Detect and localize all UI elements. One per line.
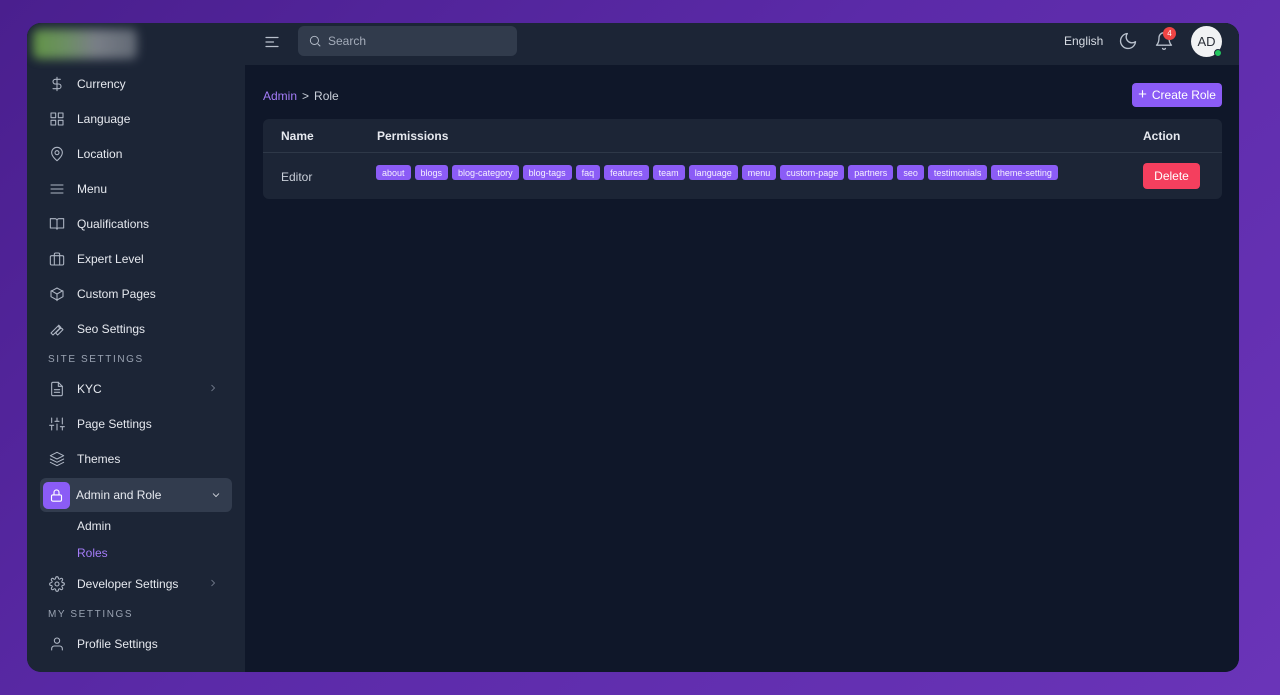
section-title-my-settings: MY SETTINGS <box>48 609 134 620</box>
sliders-icon <box>49 416 65 432</box>
chevron-right-icon <box>207 382 219 394</box>
online-status-dot <box>1214 49 1222 57</box>
permission-tag: seo <box>897 165 924 180</box>
user-icon <box>49 636 65 652</box>
language-selector[interactable]: English <box>1064 34 1103 48</box>
column-header-name: Name <box>281 129 314 143</box>
topbar: English 4 AD <box>245 23 1239 65</box>
sidebar-item-seo-settings[interactable]: Seo Settings <box>27 311 245 346</box>
sidebar-item-page-settings[interactable]: Page Settings <box>27 406 245 441</box>
permission-tag: language <box>688 165 738 180</box>
sidebar-item-kyc[interactable]: KYC <box>27 371 245 406</box>
create-role-button[interactable]: + Create Role <box>1132 83 1222 107</box>
breadcrumb-separator: > <box>302 89 310 103</box>
permission-tag: faq <box>575 165 601 180</box>
sidebar-item-label: Custom Pages <box>77 286 156 301</box>
search-box[interactable] <box>298 26 517 56</box>
avatar-initials: AD <box>1197 34 1216 49</box>
box-icon <box>49 286 65 302</box>
sidebar-item-themes[interactable]: Themes <box>27 441 245 476</box>
sidebar-item-label: Expert Level <box>77 251 144 266</box>
notification-badge: 4 <box>1163 27 1176 40</box>
sidebar-item-admin-and-role[interactable]: Admin and Role <box>40 478 232 512</box>
gear-icon <box>49 575 65 592</box>
sidebar-item-language[interactable]: Language <box>27 101 245 136</box>
breadcrumb: Admin > Role <box>263 89 339 103</box>
briefcase-icon <box>49 251 65 267</box>
file-icon <box>49 381 65 397</box>
create-role-label: Create Role <box>1151 88 1216 102</box>
sidebar-item-label: Admin and Role <box>76 488 162 502</box>
permission-tag: theme-setting <box>991 165 1058 180</box>
main-content: English 4 AD Admin > Role + Create Role … <box>245 23 1239 672</box>
breadcrumb-admin-link[interactable]: Admin <box>263 89 297 103</box>
permission-tag: blog-tags <box>522 165 572 180</box>
grid-icon <box>49 111 65 127</box>
search-icon <box>308 34 322 48</box>
search-input[interactable] <box>328 34 498 48</box>
book-icon <box>49 216 65 232</box>
column-header-action: Action <box>1143 129 1181 143</box>
sidebar-item-location[interactable]: Location <box>27 136 245 171</box>
sidebar-item-label: Themes <box>77 451 121 466</box>
hamburger-menu-icon[interactable] <box>263 33 281 51</box>
permission-tag: menu <box>741 165 777 180</box>
sidebar-item-label: Profile Settings <box>77 636 158 651</box>
delete-button[interactable]: Delete <box>1143 163 1200 189</box>
section-title-site-settings: SITE SETTINGS <box>48 354 144 365</box>
map-pin-icon <box>49 146 65 162</box>
avatar[interactable]: AD <box>1191 26 1222 57</box>
role-name: Editor <box>281 170 313 184</box>
sidebar-item-label: KYC <box>77 381 102 396</box>
sidebar-item-currency[interactable]: Currency <box>27 66 245 101</box>
permission-tag: partners <box>848 165 894 180</box>
permission-tag: blog-category <box>452 165 519 180</box>
sidebar-item-menu[interactable]: Menu <box>27 171 245 206</box>
sidebar-subitem-roles[interactable]: Roles <box>27 539 245 566</box>
layers-icon <box>49 451 65 467</box>
logo[interactable] <box>33 29 137 59</box>
plus-icon: + <box>1138 86 1147 103</box>
permission-tags: about blogs blog-category blog-tags faq … <box>376 165 1058 180</box>
sidebar: Currency Language Location Menu Qualific… <box>27 23 245 672</box>
sidebar-item-qualifications[interactable]: Qualifications <box>27 206 245 241</box>
breadcrumb-current: Role <box>314 89 339 103</box>
table-header: Name Permissions Action <box>263 119 1222 153</box>
menu-icon <box>49 181 65 197</box>
sidebar-item-label: Language <box>77 111 131 126</box>
sidebar-item-label: Location <box>77 146 123 161</box>
roles-table: Name Permissions Action Editor about blo… <box>263 119 1222 199</box>
permission-tag: about <box>376 165 411 180</box>
lock-icon <box>43 481 70 509</box>
sidebar-nav: Currency Language Location Menu Qualific… <box>27 66 245 661</box>
sidebar-item-custom-pages[interactable]: Custom Pages <box>27 276 245 311</box>
dollar-icon <box>49 76 65 92</box>
table-row: Editor about blogs blog-category blog-ta… <box>263 153 1222 199</box>
moon-icon[interactable] <box>1118 31 1138 51</box>
permission-tag: testimonials <box>927 165 988 180</box>
sidebar-item-label: Developer Settings <box>77 576 179 591</box>
chevron-right-icon <box>207 577 219 589</box>
column-header-permissions: Permissions <box>377 129 449 143</box>
sidebar-item-label: Currency <box>77 76 126 91</box>
permission-tag: features <box>604 165 649 180</box>
wrench-icon <box>49 321 65 337</box>
sidebar-item-label: Qualifications <box>77 216 150 231</box>
app-window: Currency Language Location Menu Qualific… <box>27 23 1239 672</box>
chevron-down-icon <box>210 489 222 501</box>
sidebar-item-label: Seo Settings <box>77 321 146 336</box>
sidebar-item-label: Menu <box>77 181 108 196</box>
permission-tag: team <box>652 165 685 180</box>
sidebar-subitem-admin[interactable]: Admin <box>27 512 245 539</box>
sidebar-item-expert-level[interactable]: Expert Level <box>27 241 245 276</box>
permission-tag: custom-page <box>780 165 845 180</box>
sidebar-item-label: Page Settings <box>77 416 152 431</box>
sidebar-item-profile-settings[interactable]: Profile Settings <box>27 626 245 661</box>
sidebar-item-developer-settings[interactable]: Developer Settings <box>27 566 245 601</box>
permission-tag: blogs <box>414 165 449 180</box>
